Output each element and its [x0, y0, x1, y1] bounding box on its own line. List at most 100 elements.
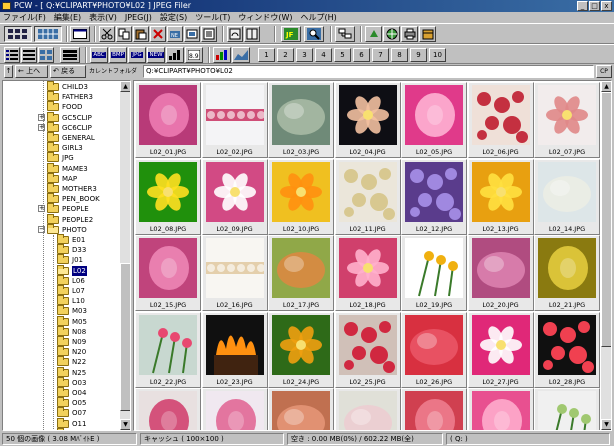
- list-view-button[interactable]: [4, 47, 20, 63]
- page-button-8[interactable]: 8: [391, 48, 408, 62]
- thumbnail[interactable]: L02_05.JPG: [401, 82, 467, 158]
- menu-edit[interactable]: 編集(E): [54, 12, 81, 23]
- recycle-button[interactable]: [365, 26, 382, 42]
- page-button-4[interactable]: 4: [315, 48, 332, 62]
- page-button-7[interactable]: 7: [372, 48, 389, 62]
- new-folder-button[interactable]: NE: [167, 26, 183, 42]
- thumbnail[interactable]: L02_06.JPG: [467, 82, 534, 158]
- thumbnail-view-button[interactable]: [34, 26, 62, 42]
- sort-bmp-button[interactable]: BMP: [109, 47, 127, 63]
- jpeg-filer-button[interactable]: JF: [281, 26, 301, 42]
- thumbnail[interactable]: L02_11.JPG: [334, 158, 401, 235]
- scroll-up-arrow-icon[interactable]: ▲: [601, 81, 611, 92]
- page-button-10[interactable]: 10: [429, 48, 446, 62]
- thumbnail[interactable]: L02_18.JPG: [334, 235, 401, 311]
- thumbnail[interactable]: [135, 388, 201, 430]
- thumbnail[interactable]: [268, 388, 334, 430]
- menu-jpeg[interactable]: JPEG(J): [125, 12, 152, 23]
- thumbnail[interactable]: L02_28.JPG: [534, 311, 600, 388]
- small-icons-button[interactable]: [38, 47, 54, 63]
- thumbnail[interactable]: L02_24.JPG: [268, 311, 334, 388]
- thumbnail[interactable]: L02_03.JPG: [268, 82, 334, 158]
- sort-date-button[interactable]: 8.9: [185, 47, 203, 63]
- page-button-2[interactable]: 2: [277, 48, 294, 62]
- menu-window[interactable]: ウィンドウ(W): [238, 12, 292, 23]
- rotate-button[interactable]: [227, 26, 243, 42]
- minimize-button[interactable]: _: [577, 1, 588, 11]
- up-button[interactable]: ← 上へ: [15, 65, 48, 78]
- thumbnail[interactable]: L02_16.JPG: [201, 235, 268, 311]
- histogram-button[interactable]: [213, 47, 231, 63]
- sort-size-button[interactable]: [166, 47, 184, 63]
- maximize-button[interactable]: □: [589, 1, 600, 11]
- thumbnail[interactable]: L02_14.JPG: [534, 158, 600, 235]
- flip-button[interactable]: [244, 26, 260, 42]
- properties-button[interactable]: [201, 26, 217, 42]
- cp-button[interactable]: CP: [596, 65, 612, 78]
- page-button-5[interactable]: 5: [334, 48, 351, 62]
- full-view-button[interactable]: [70, 26, 90, 42]
- cut-button[interactable]: [99, 26, 115, 42]
- paste-button[interactable]: [133, 26, 149, 42]
- scroll-down-arrow-icon[interactable]: ▼: [120, 419, 130, 430]
- menu-help[interactable]: ヘルプ(H): [301, 12, 337, 23]
- print-button[interactable]: [401, 26, 418, 42]
- thumbnail[interactable]: L02_20.JPG: [467, 235, 534, 311]
- thumbnail[interactable]: L02_09.JPG: [201, 158, 268, 235]
- menu-settings[interactable]: 設定(S): [160, 12, 187, 23]
- tree-item[interactable]: MOTHER3: [47, 183, 97, 194]
- thumbnail[interactable]: L02_27.JPG: [467, 311, 534, 388]
- back-button[interactable]: ↶ 戻る: [50, 65, 86, 78]
- copy-button[interactable]: [116, 26, 132, 42]
- scroll-down-arrow-icon[interactable]: ▼: [601, 419, 611, 430]
- sort-new-button[interactable]: NEW: [147, 47, 165, 63]
- large-thumb-button[interactable]: [60, 47, 80, 63]
- sort-name-button[interactable]: ABC: [90, 47, 108, 63]
- page-button-6[interactable]: 6: [353, 48, 370, 62]
- thumbnail[interactable]: L02_19.JPG: [401, 235, 467, 311]
- thumbnail[interactable]: L02_17.JPG: [268, 235, 334, 311]
- thumbnail-scrollbar[interactable]: ▲ ▼: [601, 81, 611, 430]
- thumbnail[interactable]: L02_04.JPG: [334, 82, 401, 158]
- thumbnail[interactable]: [534, 388, 600, 430]
- path-input[interactable]: Q:¥CLIPART¥PHOTO¥L02: [143, 65, 594, 78]
- levels-button[interactable]: [232, 47, 250, 63]
- tree-item[interactable]: PHOTO: [47, 223, 87, 235]
- thumbnail[interactable]: L02_07.JPG: [534, 82, 600, 158]
- sort-jpg-button[interactable]: JPG: [128, 47, 146, 63]
- thumbnail[interactable]: L02_08.JPG: [135, 158, 201, 235]
- scroll-thumb[interactable]: [601, 92, 611, 347]
- menu-view[interactable]: 表示(V): [89, 12, 117, 23]
- folder-up-arrow-button[interactable]: ↑: [4, 65, 13, 78]
- thumbnail[interactable]: L02_15.JPG: [135, 235, 201, 311]
- thumbnail[interactable]: L02_23.JPG: [201, 311, 268, 388]
- thumbnail[interactable]: L02_13.JPG: [467, 158, 534, 235]
- thumbnail[interactable]: L02_01.JPG: [135, 82, 201, 158]
- menu-tools[interactable]: ツール(T): [195, 12, 230, 23]
- thumbnail[interactable]: L02_25.JPG: [334, 311, 401, 388]
- archive-button[interactable]: [419, 26, 436, 42]
- tree-item[interactable]: GENERAL: [47, 132, 95, 143]
- scroll-up-arrow-icon[interactable]: ▲: [120, 81, 130, 92]
- tree-scrollbar[interactable]: ▲ ▼: [120, 81, 130, 430]
- close-button[interactable]: x: [601, 1, 612, 11]
- large-icons-view-button[interactable]: [4, 26, 32, 42]
- thumbnail[interactable]: L02_12.JPG: [401, 158, 467, 235]
- globe-button[interactable]: [383, 26, 400, 42]
- menu-file[interactable]: ファイル(F): [3, 12, 46, 23]
- page-button-3[interactable]: 3: [296, 48, 313, 62]
- tree-item[interactable]: O13: [57, 427, 86, 430]
- thumbnail[interactable]: L02_21.JPG: [534, 235, 600, 311]
- thumbnail[interactable]: [401, 388, 467, 430]
- network-button[interactable]: [335, 26, 355, 42]
- zoom-button[interactable]: [304, 26, 324, 42]
- tree-item[interactable]: PEN_BOOK: [47, 193, 100, 204]
- page-button-9[interactable]: 9: [410, 48, 427, 62]
- details-view-button[interactable]: [21, 47, 37, 63]
- thumbnail[interactable]: L02_22.JPG: [135, 311, 201, 388]
- slideshow-button[interactable]: [184, 26, 200, 42]
- thumbnail[interactable]: L02_02.JPG: [201, 82, 268, 158]
- thumbnail[interactable]: L02_26.JPG: [401, 311, 467, 388]
- thumbnail[interactable]: [467, 388, 534, 430]
- scroll-thumb[interactable]: [120, 263, 130, 411]
